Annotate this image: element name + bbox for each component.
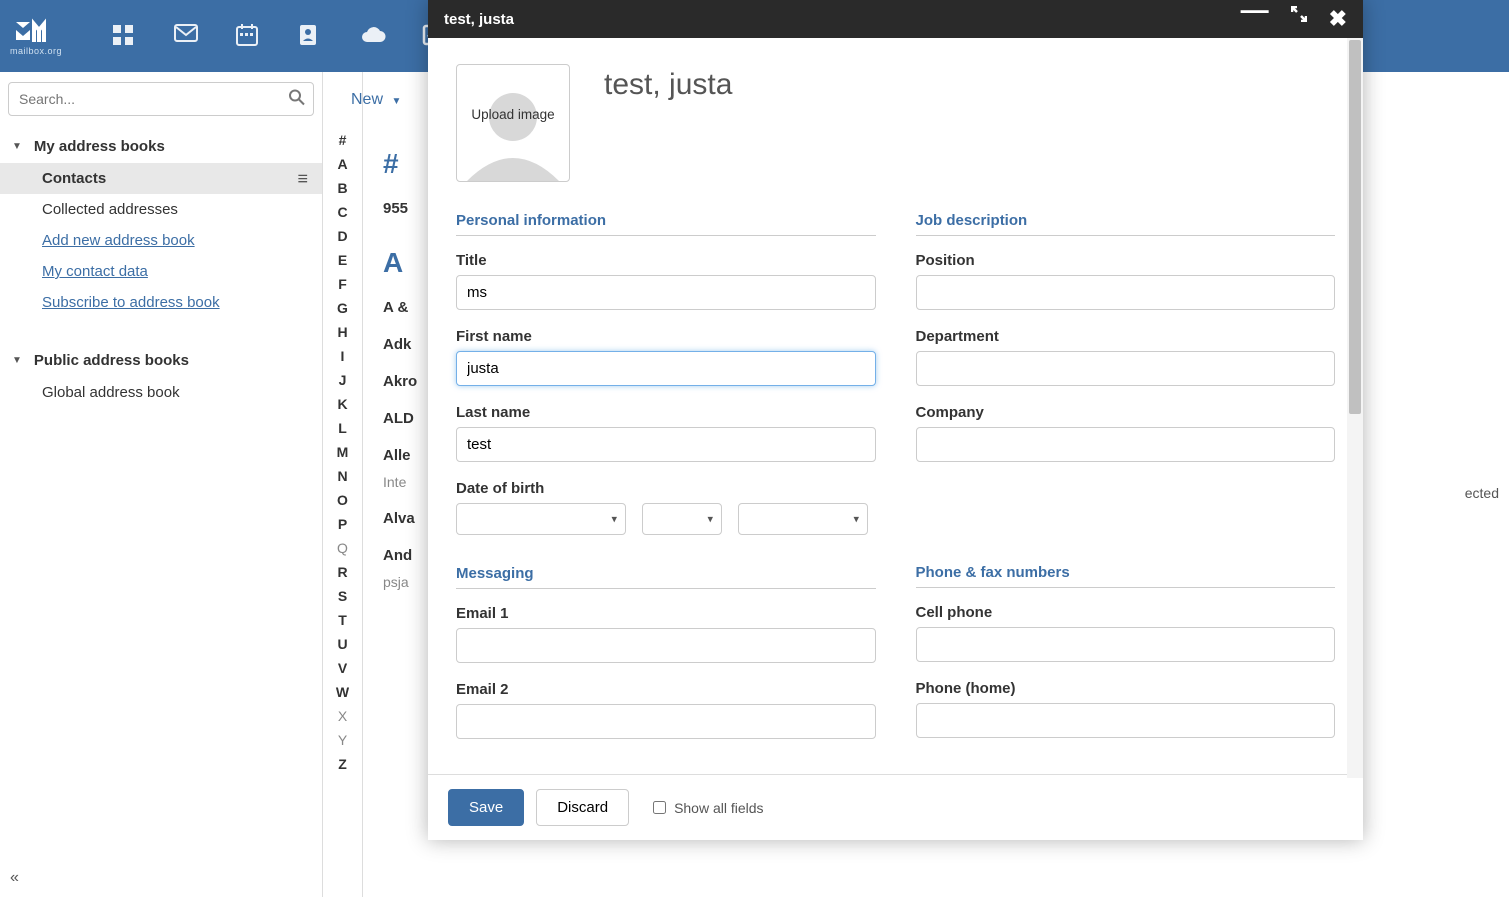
email1-input[interactable] — [456, 628, 876, 663]
section-job: Job description — [916, 212, 1336, 236]
section-phone: Phone & fax numbers — [916, 564, 1336, 588]
dob-day-select[interactable] — [642, 503, 722, 535]
link-subscribe[interactable]: Subscribe to address book — [0, 287, 322, 318]
alpha-letter[interactable]: S — [323, 584, 362, 608]
sidebar-item-collected[interactable]: Collected addresses — [0, 194, 322, 225]
search-icon[interactable] — [288, 89, 306, 110]
alpha-letter[interactable]: X — [323, 704, 362, 728]
close-icon[interactable]: ✖ — [1329, 6, 1347, 32]
section-messaging: Messaging — [456, 565, 876, 589]
alpha-letter[interactable]: C — [323, 200, 362, 224]
alpha-letter[interactable]: J — [323, 368, 362, 392]
maximize-icon[interactable] — [1291, 6, 1307, 32]
left-sidebar: ▼ My address books Contacts Collected ad… — [0, 72, 323, 897]
alpha-letter[interactable]: # — [323, 128, 362, 152]
show-all-checkbox[interactable] — [653, 801, 666, 814]
alpha-letter[interactable]: I — [323, 344, 362, 368]
calendar-icon[interactable] — [236, 24, 260, 48]
alpha-letter[interactable]: D — [323, 224, 362, 248]
link-add-address-book[interactable]: Add new address book — [0, 225, 322, 256]
alpha-letter[interactable]: T — [323, 608, 362, 632]
alpha-letter[interactable]: E — [323, 248, 362, 272]
alpha-letter[interactable]: G — [323, 296, 362, 320]
section-personal: Personal information — [456, 212, 876, 236]
alpha-letter[interactable]: O — [323, 488, 362, 512]
new-button[interactable]: New ▼ — [351, 91, 401, 109]
alpha-letter[interactable]: A — [323, 152, 362, 176]
alpha-letter[interactable]: Z — [323, 752, 362, 776]
company-input[interactable] — [916, 427, 1336, 462]
search-input[interactable] — [8, 82, 314, 116]
alpha-letter[interactable]: K — [323, 392, 362, 416]
alpha-letter[interactable]: M — [323, 440, 362, 464]
contacts-icon[interactable] — [298, 24, 322, 48]
selection-status-text: ected — [1465, 485, 1499, 501]
alpha-letter[interactable]: L — [323, 416, 362, 440]
caret-down-icon: ▼ — [391, 96, 401, 107]
alpha-letter[interactable]: Q — [323, 536, 362, 560]
email2-input[interactable] — [456, 704, 876, 739]
alpha-letter[interactable]: F — [323, 272, 362, 296]
alpha-letter[interactable]: R — [323, 560, 362, 584]
mail-icon[interactable] — [174, 24, 198, 48]
link-my-contact-data[interactable]: My contact data — [0, 256, 322, 287]
apps-icon[interactable] — [112, 24, 136, 48]
brand-logo[interactable]: mailbox.org — [10, 16, 62, 56]
dialog-title: test, justa — [444, 11, 514, 28]
contact-display-name: test, justa — [604, 68, 732, 102]
dob-month-select[interactable] — [456, 503, 626, 535]
collapse-sidebar-icon[interactable]: « — [10, 869, 19, 887]
title-input[interactable] — [456, 275, 876, 310]
last-name-input[interactable] — [456, 427, 876, 462]
alpha-letter[interactable]: Y — [323, 728, 362, 752]
alpha-letter[interactable]: U — [323, 632, 362, 656]
dob-year-select[interactable] — [738, 503, 868, 535]
save-button[interactable]: Save — [448, 789, 524, 826]
first-name-input[interactable] — [456, 351, 876, 386]
avatar-upload[interactable]: Upload image — [456, 64, 570, 182]
sidebar-item-global[interactable]: Global address book — [0, 377, 322, 408]
minimize-icon[interactable]: — — [1241, 6, 1269, 32]
show-all-fields-toggle[interactable]: Show all fields — [653, 800, 764, 816]
home-phone-input[interactable] — [916, 703, 1336, 738]
alpha-letter[interactable]: H — [323, 320, 362, 344]
alpha-letter[interactable]: B — [323, 176, 362, 200]
department-input[interactable] — [916, 351, 1336, 386]
sidebar-section-my-books[interactable]: ▼ My address books — [0, 130, 322, 163]
cell-phone-input[interactable] — [916, 627, 1336, 662]
alpha-letter[interactable]: P — [323, 512, 362, 536]
sidebar-item-contacts[interactable]: Contacts — [0, 163, 322, 194]
cloud-icon[interactable] — [360, 24, 384, 48]
sidebar-section-public-books[interactable]: ▼ Public address books — [0, 344, 322, 377]
alpha-index: #ABCDEFGHIJKLMNOPQRSTUVWXYZ — [323, 72, 363, 897]
edit-contact-dialog: test, justa — ✖ Upload image test, justa… — [428, 0, 1363, 840]
alpha-letter[interactable]: N — [323, 464, 362, 488]
caret-down-icon: ▼ — [12, 141, 22, 152]
alpha-letter[interactable]: V — [323, 656, 362, 680]
discard-button[interactable]: Discard — [536, 789, 629, 826]
alpha-letter[interactable]: W — [323, 680, 362, 704]
caret-down-icon: ▼ — [12, 355, 22, 366]
position-input[interactable] — [916, 275, 1336, 310]
